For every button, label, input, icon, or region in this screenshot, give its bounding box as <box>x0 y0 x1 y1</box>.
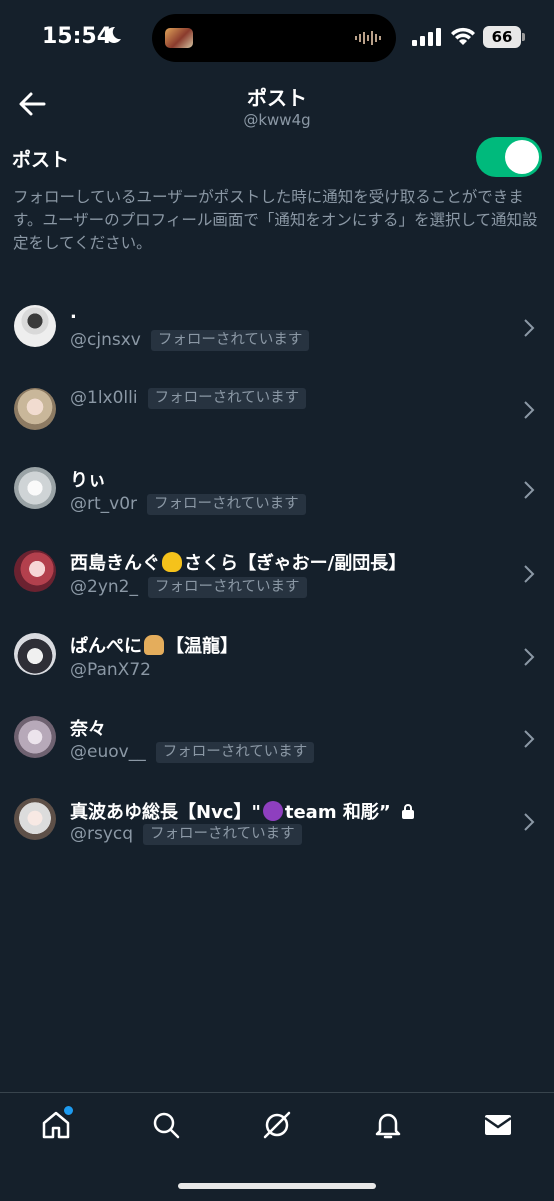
user-name-part: 西島きんぐ <box>70 553 160 574</box>
chevron-right-icon <box>524 401 535 419</box>
avatar <box>14 633 56 675</box>
user-name: . <box>70 302 77 323</box>
user-name-part: ぱんぺに <box>70 636 142 657</box>
user-row[interactable]: 西島きんぐ さくら【ぎゃおー/副団長】 @2yn2_ フォローされています <box>0 536 554 620</box>
user-name: りぃ <box>70 470 106 491</box>
follows-you-badge: フォローされています <box>155 742 315 763</box>
user-handle-line: @PanX72 <box>70 660 151 680</box>
user-row[interactable]: りぃ @rt_v0r フォローされています <box>0 452 554 536</box>
heart-hands-emoji-icon <box>162 552 182 572</box>
chevron-right-icon <box>524 319 535 337</box>
user-handle-line: @rsycq フォローされています <box>70 824 302 845</box>
post-notification-toggle[interactable] <box>476 137 542 177</box>
avatar <box>14 305 56 347</box>
page-subtitle: @kww4g <box>243 111 311 129</box>
user-name-part: 真波あゆ総長【Nvc】" <box>70 802 261 823</box>
grok-icon[interactable] <box>261 1109 293 1141</box>
user-handle-line: @2yn2_ フォローされています <box>70 577 307 598</box>
user-handle: @euov__ <box>70 742 146 762</box>
user-name: 真波あゆ総長【Nvc】" team 和彫” <box>70 798 415 824</box>
status-bar: 15:54 66 <box>0 0 554 76</box>
user-row[interactable]: . @cjnsxv フォローされています <box>0 284 554 368</box>
user-handle: @1lx0lli <box>70 388 138 408</box>
chevron-right-icon <box>524 481 535 499</box>
follows-you-badge: フォローされています <box>147 388 307 409</box>
user-name-part: さくら【ぎゃおー/副団長】 <box>184 553 407 574</box>
user-row[interactable]: 真波あゆ総長【Nvc】" team 和彫” @rsycq フォローされています <box>0 788 554 872</box>
user-handle-line: @rt_v0r フォローされています <box>70 494 306 515</box>
user-name-part: team 和彫” <box>284 802 391 823</box>
user-handle: @PanX72 <box>70 660 151 680</box>
user-name: 奈々 <box>70 719 106 740</box>
user-name: ぱんぺに 【温龍】 <box>70 632 238 658</box>
follows-you-badge: フォローされています <box>147 577 307 598</box>
user-handle: @cjnsxv <box>70 330 141 350</box>
chevron-right-icon <box>524 565 535 583</box>
page-title: ポスト <box>247 86 307 110</box>
chevron-right-icon <box>524 813 535 831</box>
audio-wave-icon <box>355 31 381 45</box>
user-handle: @rsycq <box>70 824 134 844</box>
bread-emoji-icon <box>144 635 164 655</box>
home-indicator <box>178 1183 376 1189</box>
chevron-right-icon <box>524 648 535 666</box>
post-setting-label: ポスト <box>12 149 70 171</box>
user-handle: @rt_v0r <box>70 494 138 514</box>
lock-icon <box>401 804 414 819</box>
user-row[interactable]: 奈々 @euov__ フォローされています <box>0 704 554 788</box>
moon-icon <box>106 26 121 43</box>
setting-description: フォローしているユーザーがポストした時に通知を受け取ることができます。ユーザーの… <box>13 188 538 252</box>
user-row[interactable]: ぱんぺに 【温龍】 @PanX72 <box>0 620 554 704</box>
user-name: 西島きんぐ さくら【ぎゃおー/副団長】 <box>70 549 406 575</box>
signal-icon <box>412 28 441 46</box>
user-name-part: 【温龍】 <box>166 636 238 657</box>
avatar <box>14 550 56 592</box>
follows-you-badge: フォローされています <box>150 330 310 351</box>
battery-tip <box>522 33 525 41</box>
avatar <box>14 798 56 840</box>
user-handle: @2yn2_ <box>70 577 138 597</box>
status-time: 15:54 <box>42 24 113 49</box>
now-playing-thumbnail <box>165 28 193 48</box>
wifi-icon <box>451 27 475 45</box>
new-posts-dot <box>62 1104 75 1117</box>
notifications-icon[interactable] <box>372 1109 404 1141</box>
follows-you-badge: フォローされています <box>143 824 302 845</box>
user-handle-line: @cjnsxv フォローされています <box>70 330 310 351</box>
follows-you-badge: フォローされています <box>147 494 306 515</box>
avatar <box>14 467 56 509</box>
search-icon[interactable] <box>150 1109 182 1141</box>
messages-icon[interactable] <box>482 1109 514 1141</box>
purple-devil-emoji-icon <box>262 801 283 821</box>
user-handle-line: @euov__ フォローされています <box>70 742 315 763</box>
avatar <box>14 388 56 430</box>
chevron-right-icon <box>524 730 535 748</box>
user-handle-line: @1lx0lli フォローされています <box>70 388 307 409</box>
avatar <box>14 716 56 758</box>
battery-indicator: 66 <box>483 26 521 48</box>
dynamic-island <box>152 14 396 62</box>
toggle-knob <box>505 140 539 174</box>
user-row[interactable]: @1lx0lli フォローされています <box>0 368 554 452</box>
